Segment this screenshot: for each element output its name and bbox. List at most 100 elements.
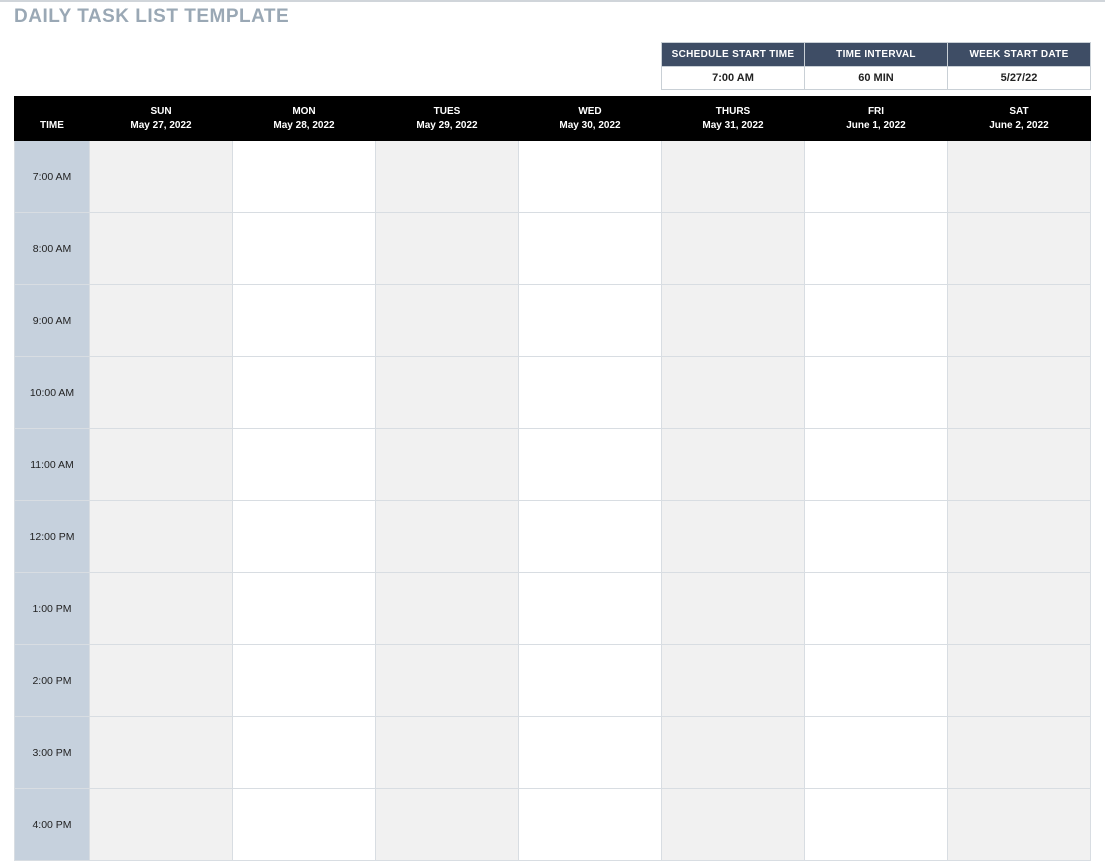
task-cell[interactable] [805, 429, 948, 501]
page-title: DAILY TASK LIST TEMPLATE [0, 2, 1105, 28]
task-cell[interactable] [948, 645, 1091, 717]
day-date: May 27, 2022 [94, 119, 228, 133]
task-cell[interactable] [519, 357, 662, 429]
time-cell: 8:00 AM [15, 213, 90, 285]
task-cell[interactable] [90, 213, 233, 285]
task-cell[interactable] [90, 789, 233, 861]
task-cell[interactable] [662, 141, 805, 213]
settings-value-week-start[interactable]: 5/27/22 [948, 67, 1091, 90]
time-cell: 2:00 PM [15, 645, 90, 717]
schedule-row: 3:00 PM [15, 717, 1091, 789]
task-cell[interactable] [376, 429, 519, 501]
day-header-mon: MON May 28, 2022 [233, 97, 376, 141]
task-cell[interactable] [805, 717, 948, 789]
task-cell[interactable] [90, 501, 233, 573]
task-cell[interactable] [662, 501, 805, 573]
day-header-thurs: THURS May 31, 2022 [662, 97, 805, 141]
task-cell[interactable] [662, 285, 805, 357]
task-cell[interactable] [805, 285, 948, 357]
schedule-row: 9:00 AM [15, 285, 1091, 357]
task-cell[interactable] [805, 501, 948, 573]
task-cell[interactable] [233, 357, 376, 429]
day-date: May 30, 2022 [523, 119, 657, 133]
task-cell[interactable] [376, 501, 519, 573]
time-cell: 12:00 PM [15, 501, 90, 573]
task-cell[interactable] [805, 357, 948, 429]
day-name: TUES [380, 105, 514, 119]
task-cell[interactable] [519, 501, 662, 573]
task-cell[interactable] [90, 429, 233, 501]
schedule-row: 11:00 AM [15, 429, 1091, 501]
task-cell[interactable] [90, 141, 233, 213]
task-cell[interactable] [662, 429, 805, 501]
task-cell[interactable] [948, 429, 1091, 501]
task-cell[interactable] [519, 717, 662, 789]
task-cell[interactable] [233, 213, 376, 285]
schedule-row: 12:00 PM [15, 501, 1091, 573]
task-cell[interactable] [376, 141, 519, 213]
task-cell[interactable] [805, 573, 948, 645]
task-cell[interactable] [90, 717, 233, 789]
task-cell[interactable] [90, 645, 233, 717]
task-cell[interactable] [805, 141, 948, 213]
task-cell[interactable] [233, 645, 376, 717]
task-cell[interactable] [233, 501, 376, 573]
task-cell[interactable] [805, 789, 948, 861]
day-header-sat: SAT June 2, 2022 [948, 97, 1091, 141]
task-cell[interactable] [519, 141, 662, 213]
task-cell[interactable] [90, 573, 233, 645]
day-name: FRI [809, 105, 943, 119]
task-cell[interactable] [948, 357, 1091, 429]
task-cell[interactable] [948, 213, 1091, 285]
task-cell[interactable] [233, 429, 376, 501]
task-cell[interactable] [376, 357, 519, 429]
task-cell[interactable] [662, 357, 805, 429]
schedule-row: 4:00 PM [15, 789, 1091, 861]
task-cell[interactable] [233, 141, 376, 213]
task-cell[interactable] [662, 645, 805, 717]
task-cell[interactable] [376, 789, 519, 861]
task-cell[interactable] [233, 573, 376, 645]
task-cell[interactable] [519, 285, 662, 357]
task-cell[interactable] [519, 789, 662, 861]
task-cell[interactable] [948, 573, 1091, 645]
settings-header-interval: TIME INTERVAL [805, 43, 948, 67]
time-cell: 9:00 AM [15, 285, 90, 357]
task-cell[interactable] [519, 429, 662, 501]
task-cell[interactable] [948, 285, 1091, 357]
time-cell: 11:00 AM [15, 429, 90, 501]
task-cell[interactable] [948, 789, 1091, 861]
task-cell[interactable] [662, 573, 805, 645]
schedule-row: 1:00 PM [15, 573, 1091, 645]
settings-value-start-time[interactable]: 7:00 AM [662, 67, 805, 90]
task-cell[interactable] [90, 357, 233, 429]
task-cell[interactable] [376, 285, 519, 357]
schedule-row: 2:00 PM [15, 645, 1091, 717]
day-date: June 1, 2022 [809, 119, 943, 133]
task-cell[interactable] [948, 501, 1091, 573]
task-cell[interactable] [233, 789, 376, 861]
settings-value-interval[interactable]: 60 MIN [805, 67, 948, 90]
task-cell[interactable] [376, 717, 519, 789]
task-cell[interactable] [376, 573, 519, 645]
task-cell[interactable] [233, 285, 376, 357]
task-cell[interactable] [376, 213, 519, 285]
task-cell[interactable] [519, 645, 662, 717]
task-cell[interactable] [233, 717, 376, 789]
task-cell[interactable] [519, 573, 662, 645]
task-cell[interactable] [805, 213, 948, 285]
task-cell[interactable] [376, 645, 519, 717]
task-cell[interactable] [948, 141, 1091, 213]
task-cell[interactable] [662, 789, 805, 861]
task-cell[interactable] [662, 213, 805, 285]
day-name: WED [523, 105, 657, 119]
schedule-header-row: TIME SUN May 27, 2022 MON May 28, 2022 T… [15, 97, 1091, 141]
task-cell[interactable] [90, 285, 233, 357]
task-cell[interactable] [805, 645, 948, 717]
task-cell[interactable] [948, 717, 1091, 789]
day-name: SUN [94, 105, 228, 119]
task-cell[interactable] [519, 213, 662, 285]
time-cell: 10:00 AM [15, 357, 90, 429]
time-column-header: TIME [15, 97, 90, 141]
task-cell[interactable] [662, 717, 805, 789]
